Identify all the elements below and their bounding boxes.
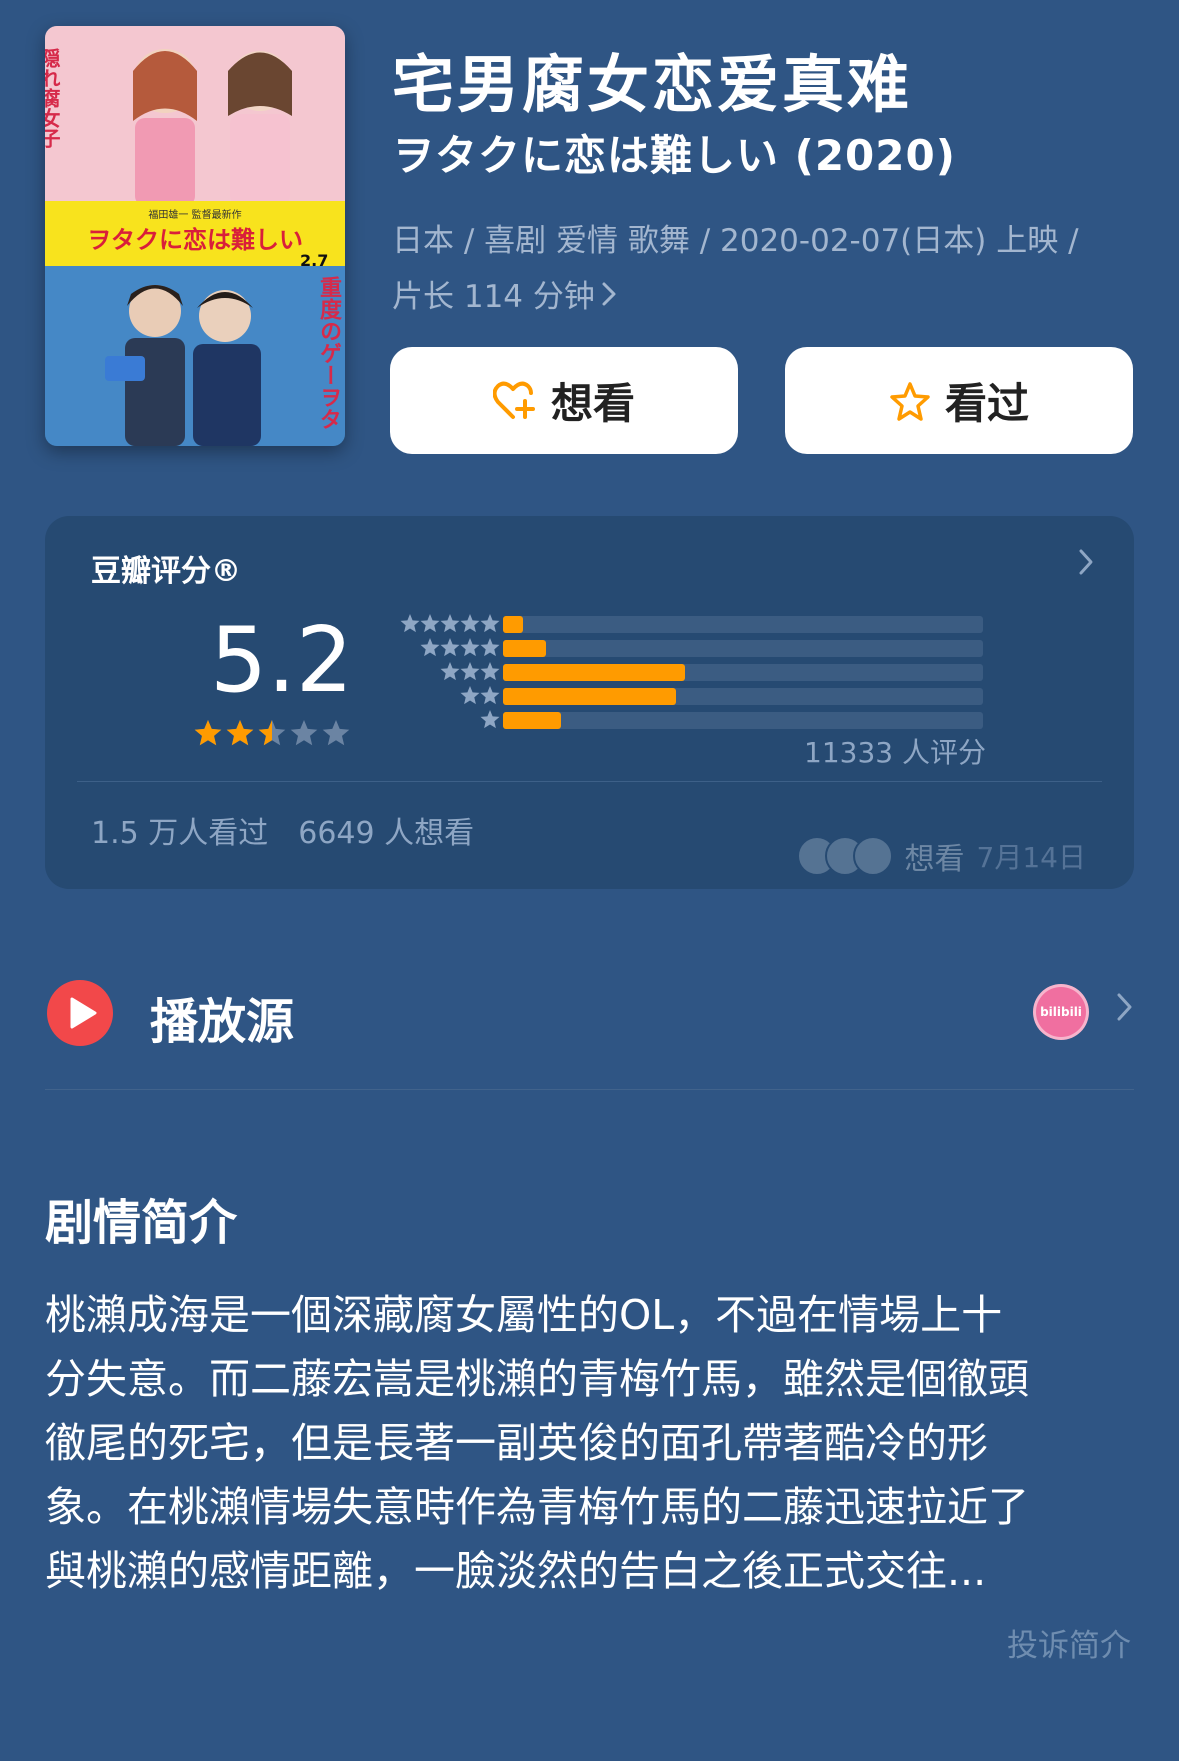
star-icon bbox=[226, 720, 254, 746]
rating-distribution-bars bbox=[503, 616, 983, 736]
movie-poster[interactable]: 隠れ腐女子 福田雄一 監督最新作 ヲタクに恋は難しい 2.7 重度のゲーヲタ bbox=[45, 26, 345, 446]
distribution-star-icon bbox=[440, 638, 460, 657]
star-icon bbox=[290, 720, 318, 746]
movie-title: 宅男腐女恋爱真难 bbox=[392, 48, 913, 121]
distribution-star-icon bbox=[480, 662, 500, 681]
bilibili-icon: bilibili bbox=[1036, 987, 1086, 1037]
poster-date-text: 2.7 bbox=[300, 251, 328, 270]
rating-stars bbox=[193, 718, 351, 748]
wish-button[interactable]: 想看 bbox=[390, 347, 738, 454]
synopsis-line: 桃瀨成海是一個深藏腐女屬性的OL，不過在情場上十 bbox=[45, 1291, 1003, 1339]
friend-activity[interactable]: 想看 7月14日 bbox=[796, 834, 1086, 878]
star-icon bbox=[322, 720, 350, 746]
rating-label: 豆瓣评分® bbox=[91, 554, 241, 589]
rating-bar-fill bbox=[503, 664, 686, 681]
distribution-star-icon bbox=[480, 686, 500, 705]
chevron-right-icon bbox=[601, 269, 617, 325]
rating-card[interactable]: 豆瓣评分® 5.2 11333 人评分 1.5 万人看过 6649 人想看 想看… bbox=[45, 516, 1134, 889]
rating-bar-fill bbox=[503, 616, 523, 633]
distribution-star-icon bbox=[440, 662, 460, 681]
watch-stats: 1.5 万人看过 6649 人想看 bbox=[91, 808, 474, 852]
rating-count: 11333 人评分 bbox=[804, 736, 986, 769]
distribution-star-icon bbox=[420, 638, 440, 657]
distribution-star-icon bbox=[480, 710, 500, 729]
divider bbox=[45, 1089, 1134, 1090]
divider bbox=[77, 781, 1102, 782]
friend-action: 想看 bbox=[904, 842, 965, 877]
synopsis-line: 徹尾的死宅，但是長著一副英俊的面孔帶著酷冷的形 bbox=[45, 1419, 988, 1467]
seen-button[interactable]: 看过 bbox=[785, 347, 1133, 454]
play-source-label: 播放源 bbox=[150, 994, 295, 1050]
distribution-star-icon bbox=[480, 614, 500, 633]
rating-bar-fill bbox=[503, 640, 547, 657]
watched-count: 1.5 万人看过 bbox=[91, 816, 269, 851]
wish-count: 6649 人想看 bbox=[298, 816, 475, 851]
synopsis-line: 與桃瀨的感情距離，一臉淡然的告白之後正式交往... bbox=[45, 1547, 987, 1595]
rating-bar-4-star bbox=[503, 640, 983, 657]
distribution-star-icon bbox=[440, 614, 460, 633]
rating-bar-2-star bbox=[503, 688, 983, 705]
friend-date: 7月14日 bbox=[976, 841, 1086, 874]
movie-meta-line: 日本 / 喜剧 爱情 歌舞 / 2020-02-07(日本) 上映 / bbox=[392, 223, 1079, 259]
play-source-row[interactable]: 播放源 bilibili bbox=[45, 978, 1134, 1053]
play-icon bbox=[47, 980, 113, 1050]
seen-button-label: 看过 bbox=[944, 379, 1029, 428]
rating-bar-fill bbox=[503, 688, 676, 705]
distribution-star-icon bbox=[460, 614, 480, 633]
synopsis-line: 象。在桃瀨情場失意時作為青梅竹馬的二藤迅速拉近了 bbox=[45, 1483, 1029, 1531]
heart-plus-icon bbox=[492, 381, 537, 421]
star-outline-icon bbox=[889, 381, 931, 421]
rating-bar-5-star bbox=[503, 616, 983, 633]
report-synopsis-link[interactable]: 投诉简介 bbox=[1007, 1620, 1131, 1665]
distribution-star-icon bbox=[420, 614, 440, 633]
rating-score: 5.2 bbox=[210, 608, 354, 713]
distribution-star-icon bbox=[460, 686, 480, 705]
distribution-star-icon bbox=[460, 638, 480, 657]
bilibili-label: bilibili bbox=[1040, 1005, 1082, 1019]
star-icon bbox=[194, 720, 222, 746]
poster-bottom-text: 重度のゲーヲタ bbox=[316, 276, 342, 430]
poster-director-text: 福田雄一 監督最新作 bbox=[148, 208, 241, 221]
rating-bar-fill bbox=[503, 712, 561, 729]
chevron-right-icon bbox=[1116, 990, 1134, 1031]
movie-meta[interactable]: 日本 / 喜剧 爱情 歌舞 / 2020-02-07(日本) 上映 / 片长 1… bbox=[392, 213, 1142, 325]
synopsis-line: 分失意。而二藤宏嵩是桃瀨的青梅竹馬，雖然是個徹頭 bbox=[45, 1355, 1029, 1403]
chevron-right-icon[interactable] bbox=[1078, 546, 1094, 584]
friend-avatars bbox=[796, 836, 893, 876]
synopsis-title: 剧情简介 bbox=[45, 1195, 238, 1251]
synopsis-text[interactable]: 桃瀨成海是一個深藏腐女屬性的OL，不過在情場上十 分失意。而二藤宏嵩是桃瀨的青梅… bbox=[45, 1283, 1140, 1603]
distribution-star-icon bbox=[400, 614, 420, 633]
movie-runtime: 片长 114 分钟 bbox=[392, 279, 595, 315]
rating-distribution-stars bbox=[400, 614, 500, 729]
avatar bbox=[852, 836, 893, 876]
distribution-star-icon bbox=[460, 662, 480, 681]
movie-original-title: ヲタクに恋は難しい (2020) bbox=[392, 131, 956, 180]
wish-button-label: 想看 bbox=[550, 379, 635, 428]
distribution-star-icon bbox=[480, 638, 500, 657]
star-icon bbox=[258, 720, 286, 746]
poster-banner-text: ヲタクに恋は難しい bbox=[87, 226, 303, 254]
rating-bar-3-star bbox=[503, 664, 983, 681]
poster-corner-text: 隠れ腐女子 bbox=[45, 48, 61, 148]
rating-bar-1-star bbox=[503, 712, 983, 729]
